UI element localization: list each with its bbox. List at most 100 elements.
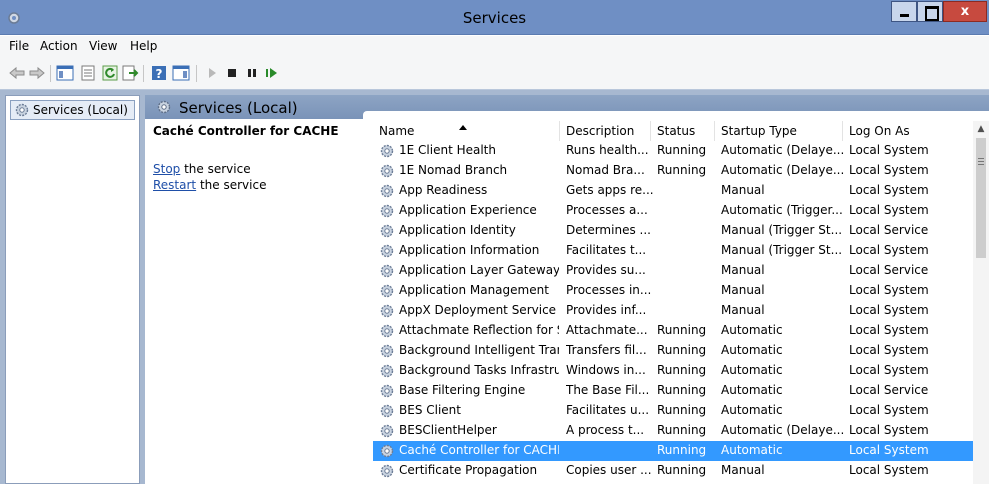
minimize-button[interactable]	[891, 1, 917, 22]
services-list[interactable]: Name Description Status Startup Type Log…	[373, 121, 973, 484]
service-log-on-as: Local System	[849, 143, 929, 157]
service-row[interactable]: Application Experience Processes a... Auto…	[373, 201, 973, 221]
service-description: Transfers fil...	[566, 343, 647, 357]
service-row[interactable]: Application Identity Determines ... Manual…	[373, 221, 973, 241]
service-description: A process t...	[566, 423, 645, 437]
service-row[interactable]: AppX Deployment Service (... Provides inf…	[373, 301, 973, 321]
show-hide-action-pane-icon[interactable]	[172, 64, 190, 82]
stop-service-icon[interactable]	[223, 64, 241, 82]
service-description: Provides su...	[566, 263, 646, 277]
menu-help[interactable]: Help	[130, 39, 157, 53]
restart-service-link[interactable]: Restart	[153, 178, 196, 192]
service-name: Background Tasks Infrastru...	[399, 363, 559, 377]
service-row[interactable]: 1E Client Health Runs health... Running Aut…	[373, 141, 973, 161]
service-row[interactable]: BES Client Facilitates u... Running Automat…	[373, 401, 973, 421]
service-row[interactable]: Application Management Processes in... Man…	[373, 281, 973, 301]
service-row[interactable]: Background Intelligent Tran... Transfers …	[373, 341, 973, 361]
service-name: Caché Controller for CACHE	[399, 443, 559, 457]
service-log-on-as: Local System	[849, 203, 929, 217]
show-hide-console-tree-icon[interactable]	[56, 64, 74, 82]
gear-icon	[380, 464, 394, 478]
service-name: Application Management	[399, 283, 549, 297]
service-name: Application Layer Gateway ...	[399, 263, 559, 277]
column-header-description[interactable]: Description	[560, 121, 651, 141]
window-title: Services	[462, 9, 527, 27]
description-pane: Caché Controller for CACHE Stop the serv…	[145, 119, 365, 484]
service-row[interactable]: Base Filtering Engine The Base Fil... Runn…	[373, 381, 973, 401]
service-name: BESClientHelper	[399, 423, 497, 437]
service-row[interactable]: Background Tasks Infrastru... Windows in.…	[373, 361, 973, 381]
restart-service-line: Restart the service	[153, 178, 266, 192]
gear-icon	[380, 304, 394, 318]
service-status: Running	[657, 403, 707, 417]
back-arrow-icon[interactable]	[8, 64, 26, 82]
service-name: 1E Nomad Branch	[399, 163, 508, 177]
vertical-scrollbar[interactable]: ▲	[973, 121, 989, 484]
service-startup-type: Automatic	[721, 363, 783, 377]
tree-item-services-local[interactable]: Services (Local)	[10, 100, 135, 120]
toolbar-separator	[143, 65, 144, 82]
service-row[interactable]: App Readiness Gets apps re... Manual Local …	[373, 181, 973, 201]
column-header-log-on-as[interactable]: Log On As	[843, 121, 973, 141]
menu-action[interactable]: Action	[40, 39, 78, 53]
service-log-on-as: Local System	[849, 343, 929, 357]
column-header-name[interactable]: Name	[373, 121, 560, 141]
menu-view[interactable]: View	[89, 39, 117, 53]
export-list-icon[interactable]	[121, 64, 139, 82]
column-header-startup-type[interactable]: Startup Type	[715, 121, 843, 141]
service-startup-type: Manual	[721, 263, 765, 277]
help-icon[interactable]: ?	[150, 64, 168, 82]
console-tree[interactable]: Services (Local)	[5, 95, 140, 484]
service-row[interactable]: 1E Nomad Branch Nomad Bra... Running Automa…	[373, 161, 973, 181]
service-startup-type: Automatic (Trigger...	[721, 203, 843, 217]
service-description: Runs health...	[566, 143, 649, 157]
start-service-icon[interactable]	[203, 64, 221, 82]
service-row[interactable]: Application Layer Gateway ... Provides su…	[373, 261, 973, 281]
service-row[interactable]: Certificate Propagation Copies user ... Ru…	[373, 461, 973, 481]
menu-file[interactable]: File	[9, 39, 29, 53]
scrollbar-thumb[interactable]	[976, 138, 986, 258]
service-status: Running	[657, 463, 707, 477]
service-log-on-as: Local System	[849, 463, 929, 477]
service-log-on-as: Local Service	[849, 263, 929, 277]
forward-arrow-icon[interactable]	[28, 64, 46, 82]
sort-ascending-icon	[459, 125, 467, 130]
service-status: Running	[657, 323, 707, 337]
gear-icon	[380, 324, 394, 338]
gear-icon	[380, 284, 394, 298]
service-startup-type: Manual	[721, 283, 765, 297]
service-log-on-as: Local Service	[849, 383, 929, 397]
service-status: Running	[657, 383, 707, 397]
toolbar-separator	[196, 65, 197, 82]
service-row[interactable]: Attachmate Reflection for S... Attachmate…	[373, 321, 973, 341]
service-status: Running	[657, 163, 707, 177]
service-name: App Readiness	[399, 183, 488, 197]
service-row[interactable]: Application Information Facilitates t... M…	[373, 241, 973, 261]
gear-icon	[380, 244, 394, 258]
extended-tab	[363, 111, 989, 121]
gear-icon	[380, 144, 394, 158]
service-log-on-as: Local System	[849, 423, 929, 437]
resume-service-icon[interactable]	[263, 64, 281, 82]
service-log-on-as: Local System	[849, 243, 929, 257]
service-row[interactable]: Caché Controller for CACHE Running Automat…	[373, 441, 973, 461]
gear-icon	[380, 224, 394, 238]
toolbar: ?	[0, 57, 989, 90]
service-startup-type: Manual	[721, 183, 765, 197]
service-startup-type: Automatic	[721, 323, 783, 337]
gear-icon	[380, 264, 394, 278]
service-name: Attachmate Reflection for S...	[399, 323, 559, 337]
service-description: Facilitates u...	[566, 403, 650, 417]
refresh-icon[interactable]	[101, 64, 119, 82]
pause-service-icon[interactable]	[243, 64, 261, 82]
service-status: Running	[657, 343, 707, 357]
service-name: Application Identity	[399, 223, 516, 237]
stop-service-link[interactable]: Stop	[153, 162, 180, 176]
maximize-button[interactable]	[917, 1, 943, 22]
service-row[interactable]: BESClientHelper A process t... Running Auto…	[373, 421, 973, 441]
close-button[interactable]: x	[943, 1, 987, 22]
properties-icon[interactable]	[79, 64, 97, 82]
service-status: Running	[657, 423, 707, 437]
column-header-status[interactable]: Status	[651, 121, 715, 141]
scroll-up-arrow-icon[interactable]: ▲	[973, 121, 989, 138]
